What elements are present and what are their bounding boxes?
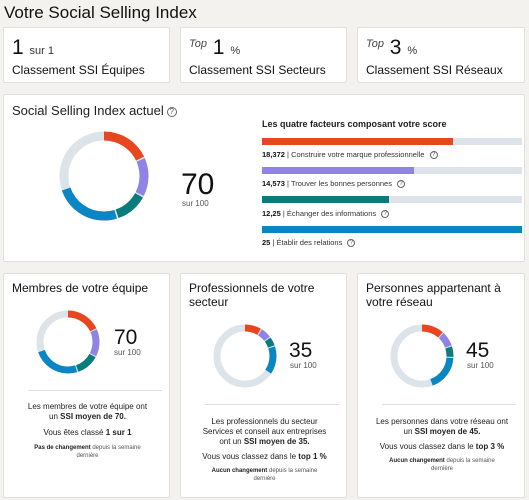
team-rank: Vous êtes classé 1 sur 1 <box>43 428 132 437</box>
factor-bar-fill <box>262 167 414 174</box>
factor-bar-fill <box>262 226 522 233</box>
network-description: Les personnes dans votre réseau ont un S… <box>375 417 509 436</box>
ranking-label: Classement SSI Équipes <box>12 63 145 77</box>
divider <box>28 390 162 391</box>
factor-bar-brand <box>262 138 522 145</box>
sector-description: Les professionnels du secteur Services e… <box>202 417 327 446</box>
factors-title: Les quatre facteurs composant votre scor… <box>262 119 447 129</box>
team-out-of: sur 100 <box>114 348 141 357</box>
team-score: 70 <box>114 326 138 349</box>
factor-bar-fill <box>262 196 390 203</box>
ssi-title: Social Selling Index actuel? <box>12 103 177 118</box>
factor-bar-insights <box>262 196 522 203</box>
page-title: Votre Social Selling Index <box>4 3 197 22</box>
factor-bar-fill <box>262 138 454 145</box>
network-score: 45 <box>466 339 490 362</box>
help-icon[interactable]: ? <box>397 180 406 188</box>
ssi-card: Social Selling Index actuel? 70 sur 100 … <box>3 94 525 262</box>
ranking-card-sectors: Top 1 % Classement SSI Secteurs <box>180 27 347 83</box>
team-change-note: Pas de changement depuis la semaine derni… <box>34 445 141 459</box>
sector-score: 35 <box>289 339 313 362</box>
team-description: Les membres de votre équipe ont un SSI m… <box>27 402 148 421</box>
factor-label-brand: 18,372 | Construire votre marque profess… <box>262 150 438 159</box>
ranking-label: Classement SSI Secteurs <box>189 63 326 77</box>
sector-out-of: sur 100 <box>290 361 317 370</box>
divider <box>205 404 339 405</box>
help-icon[interactable]: ? <box>166 107 177 117</box>
divider <box>382 404 516 405</box>
factor-bar-relationships <box>262 226 522 233</box>
sector-card: Professionnels de votre secteur 35 sur 1… <box>180 273 347 498</box>
ranking-card-teams: 1 sur 1 Classement SSI Équipes <box>3 27 170 83</box>
ssi-score: 70 <box>181 168 215 201</box>
team-donut <box>36 310 100 374</box>
ranking-value: Top 3 % <box>366 36 418 59</box>
help-icon[interactable]: ? <box>381 210 390 218</box>
ranking-value: 1 sur 1 <box>12 36 54 59</box>
ssi-donut <box>59 131 149 221</box>
network-donut <box>390 324 454 388</box>
sector-donut <box>213 324 277 388</box>
network-out-of: sur 100 <box>467 361 494 370</box>
network-rank: Vous vous classez dans le top 3 % <box>379 442 505 451</box>
help-icon[interactable]: ? <box>429 151 438 159</box>
card-title: Membres de votre équipe <box>12 281 149 295</box>
team-card: Membres de votre équipe 70 sur 100 Les m… <box>3 273 170 498</box>
ranking-value: Top 1 % <box>189 36 241 59</box>
ranking-card-networks: Top 3 % Classement SSI Réseaux <box>357 27 525 83</box>
network-change-note: Aucun changement depuis la semaine derniè… <box>389 458 495 472</box>
factor-label-relationships: 25 | Établir des relations ? <box>262 238 356 247</box>
card-title: Professionnels de votre secteur <box>189 281 315 309</box>
network-card: Personnes appartenant à votre réseau 45 … <box>357 273 525 498</box>
factor-bar-people <box>262 167 522 174</box>
factor-label-people: 14,573 | Trouver les bonnes personnes ? <box>262 179 406 188</box>
ssi-out-of: sur 100 <box>182 199 209 208</box>
sector-rank: Vous vous classez dans le top 1 % <box>202 452 327 461</box>
ranking-label: Classement SSI Réseaux <box>366 63 503 77</box>
help-icon[interactable]: ? <box>347 239 356 247</box>
factor-label-insights: 12,25 | Échanger des informations ? <box>262 209 390 218</box>
sector-change-note: Aucun changement depuis la semaine derniè… <box>211 468 318 482</box>
card-title: Personnes appartenant à votre réseau <box>366 281 501 309</box>
